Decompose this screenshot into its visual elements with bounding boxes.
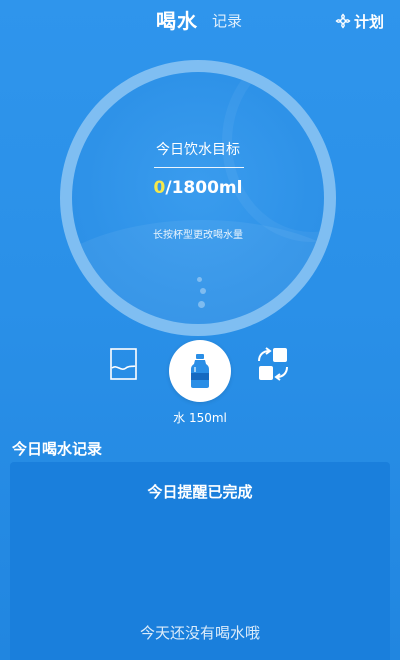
goal-target-amount: 1800: [171, 178, 219, 198]
empty-records-text: 今天还没有喝水哦: [139, 624, 260, 642]
records-title: 今日喝水记录: [12, 440, 103, 458]
cup-label: 水 150ml: [173, 411, 227, 425]
flower-gear-icon: [335, 13, 351, 29]
header: 喝水 记录 计划: [0, 0, 400, 44]
goal-hint: 长按杯型更改喝水量: [153, 230, 243, 241]
bubble-decoration: [200, 288, 206, 294]
bubble-decoration: [197, 277, 202, 282]
bubble-decoration: [198, 301, 205, 308]
water-bottle-button[interactable]: [169, 340, 231, 402]
swap-button[interactable]: [255, 346, 291, 382]
tab-drink-water[interactable]: 喝水: [156, 8, 198, 34]
goal-value: 0/1800ml: [72, 176, 324, 200]
goal-unit: ml: [218, 178, 243, 198]
plan-label: 计划: [353, 12, 384, 31]
goal-label: 今日饮水目标: [156, 142, 240, 158]
goal-divider: [154, 167, 244, 168]
tab-records[interactable]: 记录: [212, 11, 242, 31]
glass-button[interactable]: [108, 346, 140, 382]
swap-icon: [255, 347, 291, 386]
reminder-status: 今日提醒已完成: [147, 483, 253, 501]
goal-circle[interactable]: 今日饮水目标 0/1800ml 长按杯型更改喝水量: [72, 72, 324, 324]
glass-icon: [108, 348, 140, 386]
plan-button[interactable]: 计划: [335, 10, 384, 32]
records-card: 今日提醒已完成 今天还没有喝水哦: [10, 462, 390, 660]
goal-current-amount: 0: [153, 178, 166, 198]
